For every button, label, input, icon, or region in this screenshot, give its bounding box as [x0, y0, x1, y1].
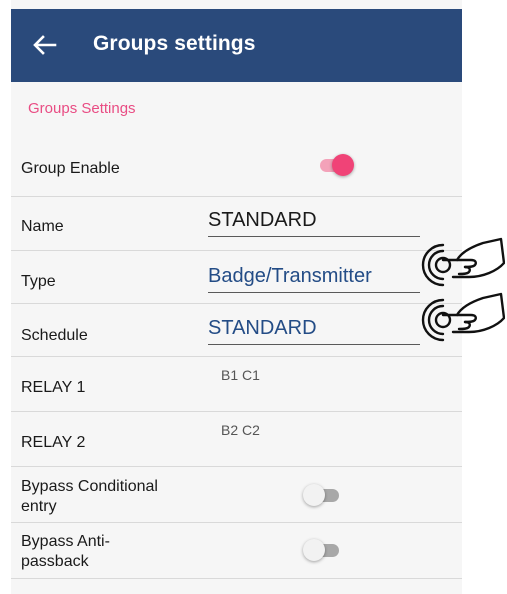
- name-label: Name: [21, 218, 64, 235]
- group-enable-label: Group Enable: [21, 160, 120, 177]
- relay-1-label: RELAY 1: [21, 379, 86, 396]
- row-schedule: Schedule STANDARD: [11, 304, 462, 357]
- relay-1-value[interactable]: B1 C1: [221, 367, 260, 383]
- section-label: Groups Settings: [28, 100, 136, 117]
- page-title: Groups settings: [93, 32, 256, 55]
- tap-gesture-icon: [421, 292, 505, 342]
- bypass-antipassback-label-line2: passback: [21, 553, 89, 570]
- row-group-enable: Group Enable: [11, 139, 462, 197]
- tap-gesture-icon: [421, 237, 505, 287]
- bypass-conditional-label: Bypass Conditional entry: [21, 477, 158, 517]
- row-name: Name STANDARD: [11, 197, 462, 251]
- row-bypass-conditional: Bypass Conditional entry: [11, 467, 462, 523]
- bypass-conditional-label-line1: Bypass Conditional: [21, 478, 158, 495]
- row-relay-1: RELAY 1 B1 C1: [11, 357, 462, 412]
- group-enable-toggle[interactable]: [316, 153, 354, 177]
- row-relay-2: RELAY 2 B2 C2: [11, 412, 462, 467]
- bypass-antipassback-label: Bypass Anti- passback: [21, 532, 110, 572]
- relay-2-value[interactable]: B2 C2: [221, 422, 260, 438]
- type-select[interactable]: Badge/Transmitter: [208, 265, 420, 293]
- bypass-conditional-toggle[interactable]: [303, 483, 341, 507]
- relay-2-label: RELAY 2: [21, 434, 86, 451]
- name-field[interactable]: STANDARD: [208, 209, 420, 237]
- schedule-select[interactable]: STANDARD: [208, 317, 420, 345]
- toggle-thumb: [303, 539, 325, 561]
- row-type: Type Badge/Transmitter: [11, 251, 462, 304]
- phone-screen: Groups settings Groups Settings Group En…: [11, 0, 462, 594]
- app-bar: Groups settings: [11, 9, 462, 82]
- schedule-label: Schedule: [21, 327, 88, 344]
- toggle-thumb: [332, 154, 354, 176]
- toggle-thumb: [303, 484, 325, 506]
- bypass-conditional-label-line2: entry: [21, 498, 57, 515]
- bypass-antipassback-label-line1: Bypass Anti-: [21, 533, 110, 550]
- type-label: Type: [21, 273, 56, 290]
- row-bypass-antipassback: Bypass Anti- passback: [11, 523, 462, 579]
- arrow-left-icon[interactable]: [31, 31, 59, 59]
- bypass-antipassback-toggle[interactable]: [303, 538, 341, 562]
